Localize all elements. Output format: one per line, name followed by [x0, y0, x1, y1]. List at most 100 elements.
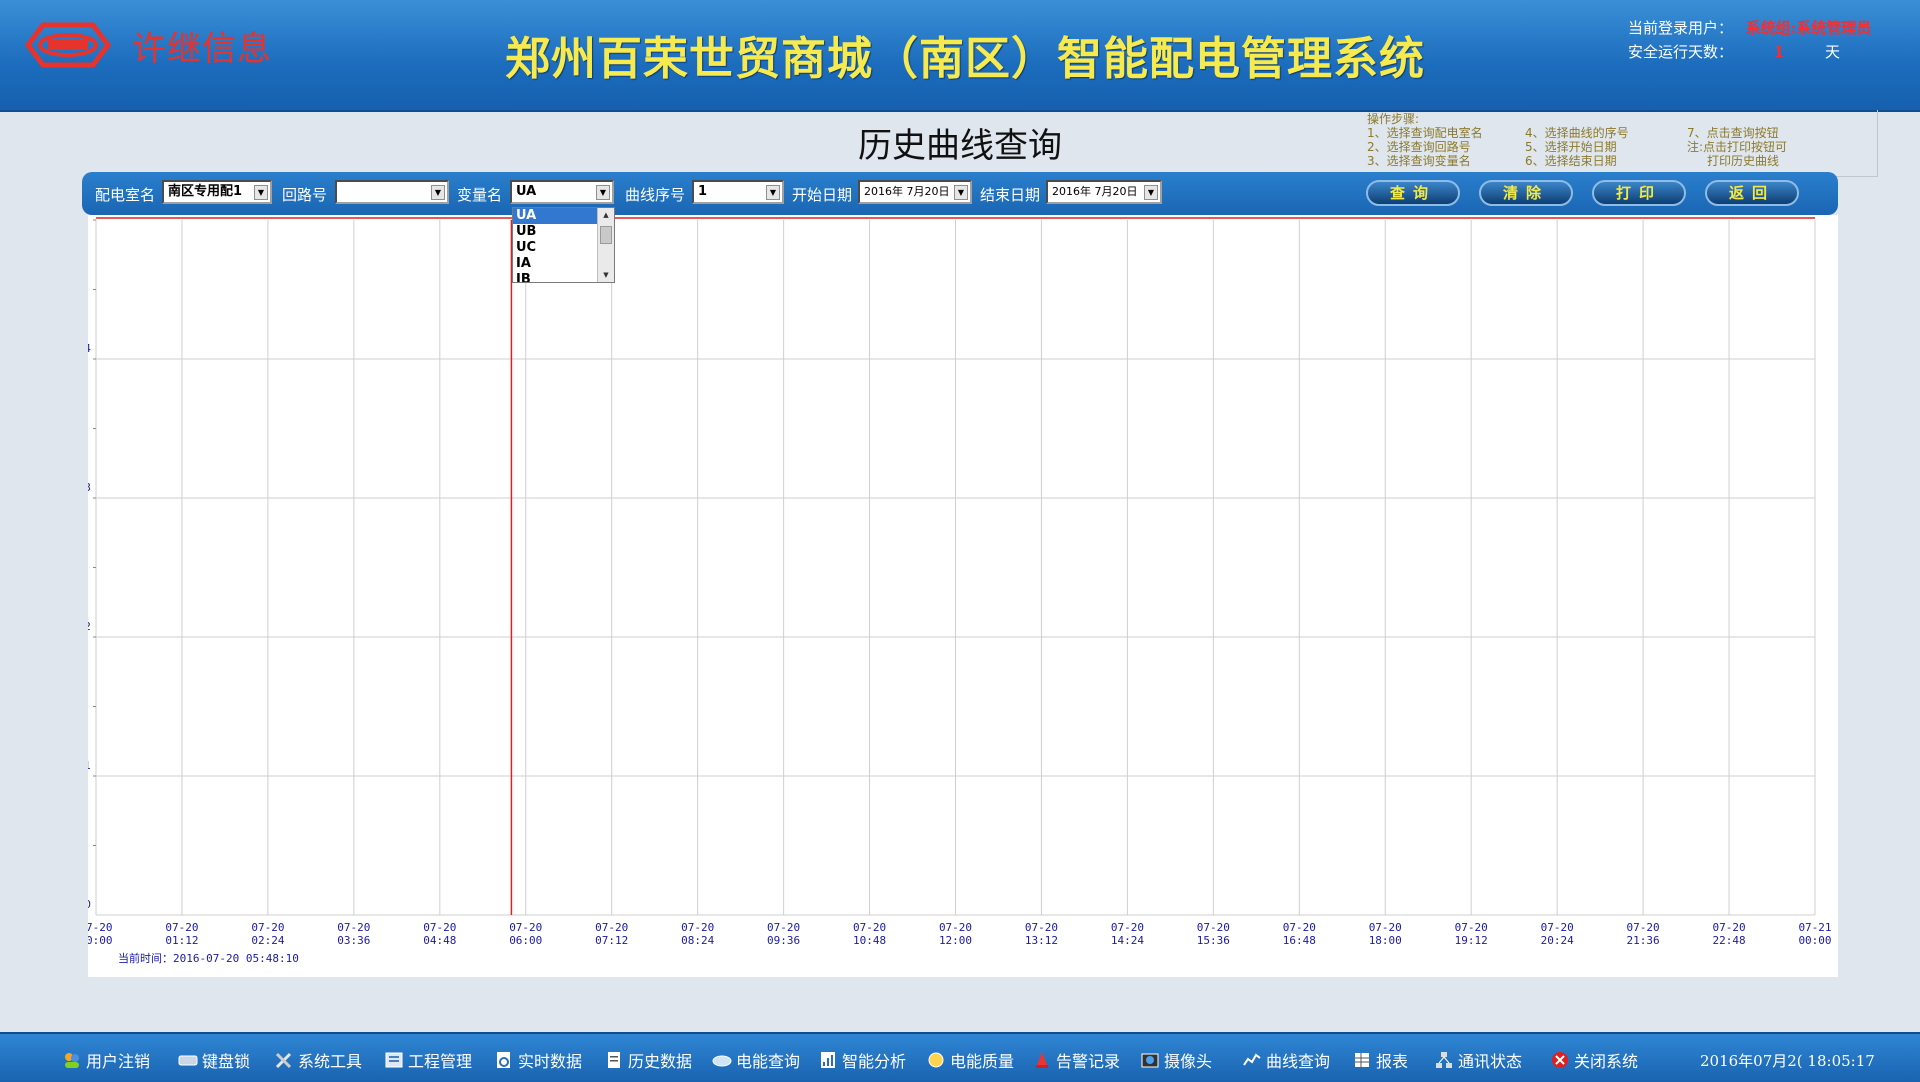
x-tick-time: 15:36 [1197, 934, 1230, 947]
query-toolbar: 配电室名 南区专用配1 ▼ 回路号 ▼ 变量名 UA ▼ 曲线序号 1 ▼ 开始… [82, 172, 1838, 215]
x-tick-time: 18:00 [1369, 934, 1402, 947]
x-tick-date: 07-20 [1283, 921, 1316, 934]
circuit-select[interactable]: ▼ [335, 180, 449, 204]
variable-dropdown-list[interactable]: UA UB UC IA IB ▲ ▼ [512, 207, 615, 283]
query-button[interactable]: 查询 [1366, 180, 1460, 206]
x-tick-time: 00:00 [1798, 934, 1831, 947]
nav-item-realtime[interactable]: 实时数据 [494, 1049, 582, 1071]
step-item: 5、选择开始日期 [1525, 140, 1617, 154]
x-tick-time: 13:12 [1025, 934, 1058, 947]
nav-item-label: 通讯状态 [1458, 1052, 1523, 1071]
scroll-up-icon[interactable]: ▲ [598, 208, 614, 222]
current-time-text: 当前时间：2016-07-20 05:48:10 [118, 951, 299, 965]
chevron-down-icon[interactable]: ▼ [1144, 185, 1158, 200]
nav-item-energy[interactable]: 电能查询 [712, 1049, 800, 1071]
nav-item-curve[interactable]: 曲线查询 [1242, 1049, 1330, 1071]
nav-item-quality[interactable]: 电能质量 [926, 1049, 1014, 1071]
y-tick-label: 2 [88, 620, 91, 633]
nav-item-keyboard[interactable]: 键盘锁 [178, 1049, 250, 1071]
print-button[interactable]: 打印 [1592, 180, 1686, 206]
step-item: 6、选择结束日期 [1525, 154, 1617, 168]
steps-col-2: 4、选择曲线的序号 5、选择开始日期 6、选择结束日期 [1525, 126, 1629, 168]
start-date-picker[interactable]: 2016年 7月20日 ▼ [858, 180, 972, 204]
camera-icon [1141, 1053, 1159, 1068]
current-user-label: 当前登录用户： [1628, 19, 1734, 37]
chevron-down-icon[interactable]: ▼ [254, 185, 268, 200]
close-icon [1552, 1052, 1568, 1068]
x-tick-time: 08:24 [681, 934, 714, 947]
nav-item-network[interactable]: 通讯状态 [1434, 1049, 1522, 1071]
curve-number-select[interactable]: 1 ▼ [692, 180, 784, 204]
nav-item-close[interactable]: 关闭系统 [1550, 1049, 1638, 1071]
nav-item-label: 工程管理 [408, 1052, 473, 1071]
nav-item-label: 系统工具 [298, 1052, 363, 1071]
nav-item-history[interactable]: 历史数据 [604, 1049, 692, 1071]
x-tick-date: 07-20 [853, 921, 886, 934]
report-icon [1355, 1053, 1369, 1067]
end-date-value: 2016年 7月20日 [1052, 185, 1138, 198]
alarm-icon [1036, 1052, 1048, 1068]
nav-item-label: 报表 [1376, 1052, 1409, 1071]
nav-item-tools[interactable]: 系统工具 [274, 1049, 362, 1071]
scroll-thumb[interactable] [600, 226, 612, 244]
room-select[interactable]: 南区专用配1 ▼ [162, 180, 272, 204]
safe-days-unit: 天 [1825, 43, 1841, 61]
x-tick-time: 21:36 [1627, 934, 1660, 947]
users-icon [65, 1053, 79, 1068]
x-tick-date: 07-20 [88, 921, 113, 934]
step-item: 7、点击查询按钮 [1687, 126, 1779, 140]
x-tick-time: 02:24 [251, 934, 284, 947]
nav-item-alarm[interactable]: 告警记录 [1032, 1049, 1120, 1071]
x-tick-time: 19:12 [1455, 934, 1488, 947]
x-tick-time: 01:12 [165, 934, 198, 947]
y-tick-label: 4 [88, 342, 91, 355]
y-tick-label: 3 [88, 481, 91, 494]
variable-select[interactable]: UA ▼ [510, 180, 614, 204]
x-tick-time: 12:00 [939, 934, 972, 947]
nav-item-label: 键盘锁 [202, 1052, 251, 1071]
back-button[interactable]: 返回 [1705, 180, 1799, 206]
x-tick-time: 03:36 [337, 934, 370, 947]
logo-text: 许继信息 [132, 28, 272, 69]
x-tick-time: 06:00 [509, 934, 542, 947]
scroll-down-icon[interactable]: ▼ [598, 268, 614, 282]
variable-select-value: UA [516, 184, 537, 199]
chevron-down-icon[interactable]: ▼ [596, 185, 610, 200]
energy-icon [712, 1055, 732, 1067]
y-axis-ticks: 0 1 2 3 4 [88, 342, 91, 911]
chevron-down-icon[interactable]: ▼ [431, 185, 445, 200]
nav-item-analysis[interactable]: 智能分析 [818, 1049, 906, 1071]
logo-mark-icon [24, 22, 112, 68]
end-date-picker[interactable]: 2016年 7月20日 ▼ [1046, 180, 1162, 204]
x-tick-date: 07-21 [1798, 921, 1831, 934]
x-tick-date: 07-20 [595, 921, 628, 934]
x-tick-time: 00:00 [88, 934, 113, 947]
nav-item-report[interactable]: 报表 [1352, 1049, 1408, 1071]
clear-button[interactable]: 清除 [1479, 180, 1573, 206]
end-date-label: 结束日期 [980, 186, 1041, 204]
nav-item-project[interactable]: 工程管理 [384, 1049, 472, 1071]
keyboard-icon [178, 1055, 198, 1066]
user-info: 当前登录用户： 系统组:系统管理员 安全运行天数： 1 天 [1628, 16, 1871, 64]
nav-item-label: 告警记录 [1056, 1052, 1121, 1071]
start-date-value: 2016年 7月20日 [864, 185, 950, 198]
system-datetime: 2016年07月2( 18:05:17 [1700, 1052, 1875, 1070]
curve-icon [1243, 1053, 1261, 1066]
x-tick-date: 07-20 [939, 921, 972, 934]
y-tick-label: 0 [88, 898, 91, 911]
x-tick-date: 07-20 [509, 921, 542, 934]
x-tick-time: 20:24 [1541, 934, 1574, 947]
variable-label: 变量名 [457, 186, 503, 204]
chevron-down-icon[interactable]: ▼ [954, 185, 968, 200]
room-select-value: 南区专用配1 [168, 184, 243, 199]
nav-item-camera[interactable]: 摄像头 [1140, 1049, 1212, 1071]
chevron-down-icon[interactable]: ▼ [766, 185, 780, 200]
steps-col-3: 7、点击查询按钮 注:点击打印按钮可 打印历史曲线 [1687, 126, 1787, 168]
current-user-value: 系统组:系统管理员 [1745, 19, 1872, 37]
nav-item-users[interactable]: 用户注销 [62, 1049, 150, 1071]
company-logo: 许继信息 [18, 20, 272, 70]
dropdown-scrollbar[interactable]: ▲ ▼ [597, 208, 614, 282]
quality-icon [928, 1052, 944, 1068]
nav-item-label: 摄像头 [1164, 1052, 1213, 1071]
step-item: 3、选择查询变量名 [1367, 154, 1471, 168]
